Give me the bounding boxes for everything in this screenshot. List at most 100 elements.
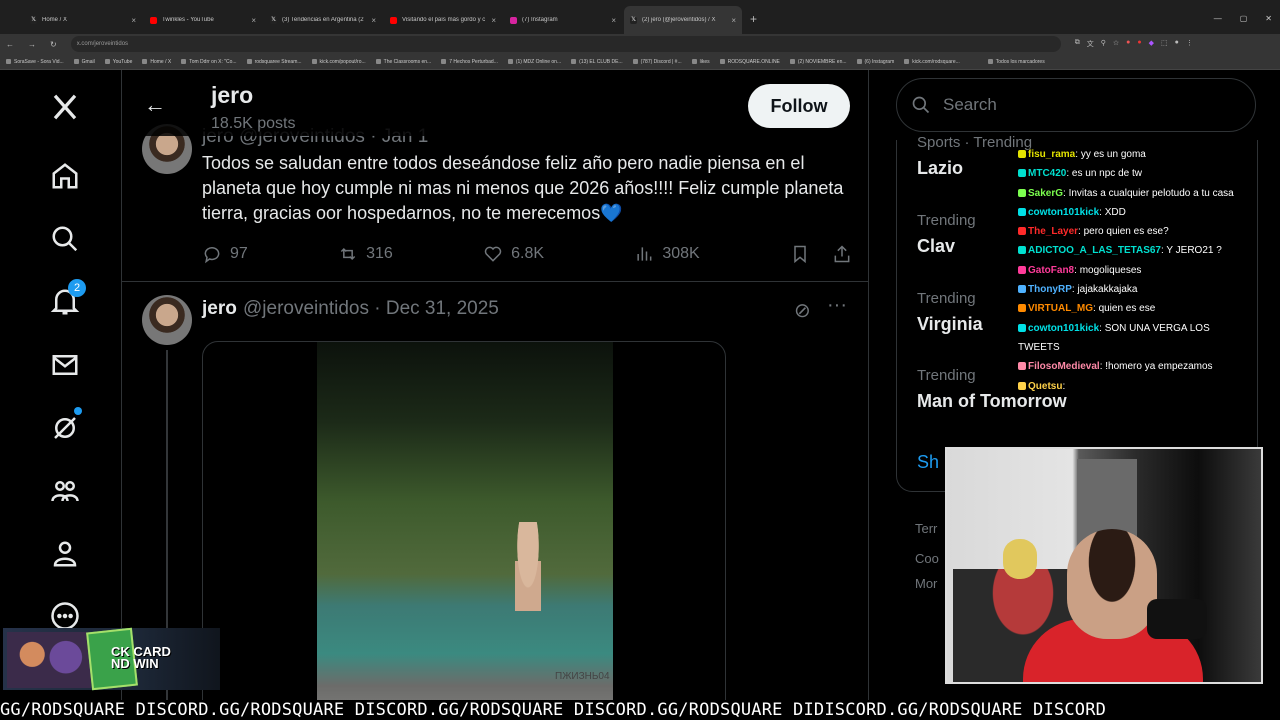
trend-topic[interactable]: Virginia: [917, 314, 983, 335]
bookmark-item[interactable]: (787) Discord | #...: [632, 59, 682, 65]
bookmark-item[interactable]: (13) EL CLUB DE...: [571, 58, 623, 65]
tab-close-icon[interactable]: ×: [731, 16, 736, 25]
bookmark-item[interactable]: YouTube: [104, 59, 132, 65]
tab-close-icon[interactable]: ×: [131, 16, 136, 25]
bookmark-label: likes: [699, 58, 710, 65]
bookmark-item[interactable]: kick.com/popout/ro...: [311, 59, 366, 65]
analytics-icon: [637, 247, 652, 261]
figurine: [1003, 539, 1037, 579]
bookmark-item[interactable]: 7 Hechos Perturbad...: [441, 59, 498, 65]
extension-icon[interactable]: ●: [1137, 39, 1141, 49]
profile-avatar-icon[interactable]: ●: [1175, 39, 1179, 49]
footer-link[interactable]: Mor: [915, 576, 937, 591]
chat-text: Invitas a cualquier pelotudo a tu casa: [1068, 187, 1234, 199]
views-button[interactable]: 308K: [634, 244, 700, 264]
bookmark-item[interactable]: Tom Ddrr on X: "Co...: [181, 59, 237, 65]
show-more-link[interactable]: Sh: [917, 452, 939, 473]
search-input[interactable]: Search: [896, 78, 1256, 132]
bookmark-item[interactable]: (2) NOVIEMBRE en...: [789, 59, 847, 65]
minimize-icon[interactable]: —: [1214, 14, 1222, 23]
footer-link[interactable]: Coo: [915, 551, 939, 566]
back-arrow-icon[interactable]: ←: [144, 92, 166, 118]
more-glyph: [51, 602, 79, 630]
tab-close-icon[interactable]: ×: [251, 16, 256, 25]
bookmark-item[interactable]: Todos los marcadores: [987, 59, 1045, 65]
bookmark-item[interactable]: likes: [691, 58, 710, 65]
trend-topic[interactable]: Clav: [917, 236, 955, 257]
bookmark-item[interactable]: (6) Instagram: [856, 59, 894, 65]
bookmark-icon[interactable]: [790, 244, 810, 264]
profile-person-icon[interactable]: [46, 535, 84, 573]
browser-tab[interactable]: (7) Instagram ×: [504, 6, 622, 34]
like-count: 6.8K: [511, 245, 545, 262]
bookmark-favicon-icon: [104, 59, 110, 64]
x-icon: 𝕏: [30, 16, 37, 24]
bookmark-label: kick.com/rodsquare...: [912, 58, 960, 65]
bookmark-item[interactable]: RODSQUARE.ONLINE: [719, 58, 780, 65]
footer-link[interactable]: Terr: [915, 521, 937, 536]
bookmark-item[interactable]: SoraSave - Sora Vid...: [6, 59, 64, 65]
tab-close-icon[interactable]: ×: [491, 16, 496, 25]
zoom-icon[interactable]: ⚲: [1101, 39, 1106, 49]
bookmark-star-icon[interactable]: ☆: [1113, 39, 1119, 49]
bookmark-item[interactable]: Home / X: [142, 59, 171, 65]
reload-icon[interactable]: ↻: [50, 40, 57, 49]
explore-search-icon[interactable]: [46, 220, 84, 258]
translate-icon[interactable]: 文: [1087, 39, 1094, 49]
more-dots-icon[interactable]: ···: [827, 294, 847, 317]
profile-header: ← jero 18.5K posts Follow: [122, 70, 868, 136]
puzzle-icon[interactable]: ⬚: [1161, 39, 1168, 49]
browser-tab[interactable]: Visitando el país más gordo y c ×: [384, 6, 502, 34]
new-tab-icon[interactable]: +: [750, 12, 757, 26]
grok-icon[interactable]: [46, 407, 84, 447]
envelope-glyph: [52, 355, 78, 375]
share-icon[interactable]: [832, 244, 852, 264]
bookmark-item[interactable]: Gmail: [73, 59, 95, 65]
follow-button[interactable]: Follow: [748, 84, 850, 128]
browser-tab[interactable]: 𝕏 Home / X ×: [24, 6, 142, 34]
reply-button[interactable]: 97: [202, 244, 248, 264]
communities-icon[interactable]: [46, 472, 84, 510]
close-window-icon[interactable]: ✕: [1265, 14, 1272, 23]
back-nav-icon[interactable]: ←: [6, 40, 14, 49]
repost-button[interactable]: 316: [338, 244, 393, 264]
bookmark-label: (13) EL CLUB DE...: [579, 58, 623, 65]
tweet-1[interactable]: jero @jeroveintidos · Jan 1 Todos se sal…: [122, 122, 868, 282]
messages-envelope-icon[interactable]: [46, 346, 84, 384]
bookmark-item[interactable]: (1) MDZ Online on...: [507, 58, 562, 65]
extension-icon[interactable]: ◆: [1149, 39, 1154, 49]
maximize-icon[interactable]: ▢: [1240, 14, 1248, 23]
notifications-bell-icon[interactable]: 2: [46, 279, 86, 321]
like-button[interactable]: 6.8K: [483, 244, 544, 264]
extensions-area: ⧉ 文 ⚲ ☆ ● ● ◆ ⬚ ● ⋮: [1075, 39, 1193, 49]
url-field[interactable]: x.com/jeroveintidos: [70, 36, 1061, 52]
grok-explain-icon[interactable]: ⊘: [794, 298, 811, 323]
browser-tab[interactable]: Twinkles - YouTube ×: [144, 6, 262, 34]
forward-nav-icon[interactable]: →: [28, 40, 36, 49]
extension-icon[interactable]: ●: [1126, 39, 1130, 49]
grok-glyph: [54, 417, 76, 439]
bookmark-item[interactable]: The Classrooms en...: [375, 59, 431, 65]
bookmark-label: (1) MDZ Online on...: [515, 58, 562, 65]
tab-title: Twinkles - YouTube: [162, 17, 214, 23]
bookmark-label: RODSQUARE.ONLINE: [727, 58, 780, 65]
x-logo-glyph: [53, 94, 77, 120]
tab-close-icon[interactable]: ×: [371, 16, 376, 25]
reply-icon: [204, 247, 220, 264]
menu-kebab-icon[interactable]: ⋮: [1186, 39, 1193, 49]
ad-line-2: ND WIN: [111, 656, 159, 671]
browser-tab[interactable]: 𝕏 (3) Tendencias en Argentina (2 ×: [264, 6, 382, 34]
tweet-1-actions: 97 316 6.8K 308K: [202, 244, 852, 264]
browser-tab[interactable]: 𝕏 (2) jero (@jeroveintidos) / X ×: [624, 6, 742, 34]
author-avatar[interactable]: [142, 295, 192, 345]
trend-topic[interactable]: Lazio: [917, 158, 963, 179]
chat-message: The_Layer: pero quien es ese?: [1018, 222, 1258, 241]
bookmark-item[interactable]: rodsquaree Stream...: [246, 59, 302, 65]
install-icon[interactable]: ⧉: [1075, 39, 1080, 49]
tab-close-icon[interactable]: ×: [611, 16, 616, 25]
bookmark-item[interactable]: kick.com/rodsquare...: [904, 59, 960, 65]
tweet-2-video[interactable]: ПЖИЗНЬ04: [202, 341, 726, 720]
chat-username: cowton101kick: [1028, 206, 1100, 218]
x-logo-icon[interactable]: [46, 88, 84, 126]
home-icon[interactable]: [46, 157, 84, 195]
